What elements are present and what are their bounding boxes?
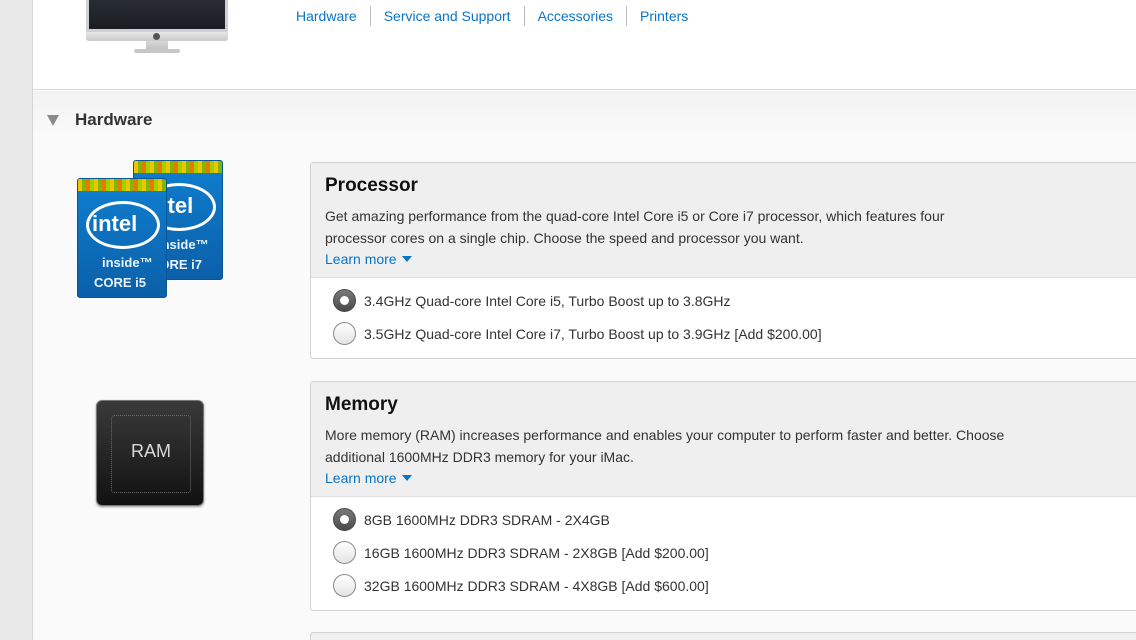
hardware-section-title: Hardware	[75, 110, 153, 129]
option-label: 8GB 1600MHz DDR3 SDRAM - 2X4GB	[364, 511, 610, 528]
memory-option[interactable]: 32GB 1600MHz DDR3 SDRAM - 4X8GB [Add $60…	[333, 569, 1136, 602]
intel-core-badge-image: intel inside™ CORE i7 intel inside™ CORE…	[77, 160, 225, 302]
apple-logo-icon	[153, 33, 160, 40]
memory-title: Memory	[325, 394, 398, 415]
memory-options: 8GB 1600MHz DDR3 SDRAM - 2X4GB 16GB 1600…	[311, 497, 1136, 610]
memory-option[interactable]: 8GB 1600MHz DDR3 SDRAM - 2X4GB	[333, 503, 1136, 536]
radio-unselected-icon[interactable]	[333, 322, 356, 345]
radio-unselected-icon[interactable]	[333, 574, 356, 597]
memory-panel: Memory More memory (RAM) increases perfo…	[310, 381, 1136, 611]
radio-unselected-icon[interactable]	[333, 541, 356, 564]
config-page: Hardware Service and Support Accessories…	[33, 0, 1136, 640]
caret-down-icon	[401, 256, 412, 262]
option-label: 32GB 1600MHz DDR3 SDRAM - 4X8GB [Add $60…	[364, 577, 709, 594]
intel-core-i5-badge: intel inside™ CORE i5	[77, 178, 167, 298]
nav-hardware[interactable]: Hardware	[295, 6, 370, 26]
caret-down-icon	[401, 475, 412, 481]
processor-learn-more-link[interactable]: Learn more	[325, 251, 412, 267]
memory-option[interactable]: 16GB 1600MHz DDR3 SDRAM - 2X8GB [Add $20…	[333, 536, 1136, 569]
nav-service-and-support[interactable]: Service and Support	[369, 6, 524, 26]
processor-panel: Processor Get amazing performance from t…	[310, 162, 1136, 359]
ram-chip-image: RAM	[96, 400, 204, 506]
memory-learn-more-link[interactable]: Learn more	[325, 470, 412, 486]
memory-description: More memory (RAM) increases performance …	[325, 427, 1005, 465]
radio-selected-icon[interactable]	[333, 508, 356, 531]
option-label: 3.5GHz Quad-core Intel Core i7, Turbo Bo…	[364, 325, 822, 342]
product-header: Hardware Service and Support Accessories…	[33, 0, 1136, 90]
nav-printers[interactable]: Printers	[626, 6, 701, 26]
hardware-section-toggle[interactable]: Hardware	[47, 110, 152, 130]
processor-options: 3.4GHz Quad-core Intel Core i5, Turbo Bo…	[311, 278, 1136, 358]
next-panel-edge	[310, 632, 1136, 640]
radio-selected-icon[interactable]	[333, 289, 356, 312]
left-rail	[0, 0, 33, 640]
ram-chip-label: RAM	[131, 441, 171, 461]
processor-option[interactable]: 3.4GHz Quad-core Intel Core i5, Turbo Bo…	[333, 284, 1136, 317]
disclosure-triangle-icon	[47, 114, 59, 126]
imac-product-image	[86, 0, 228, 58]
option-label: 3.4GHz Quad-core Intel Core i5, Turbo Bo…	[364, 292, 731, 309]
processor-panel-header: Processor Get amazing performance from t…	[311, 163, 1136, 278]
processor-title: Processor	[325, 175, 418, 196]
section-nav: Hardware Service and Support Accessories…	[295, 6, 701, 26]
processor-description: Get amazing performance from the quad-co…	[325, 208, 945, 246]
memory-panel-header: Memory More memory (RAM) increases perfo…	[311, 382, 1136, 497]
processor-option[interactable]: 3.5GHz Quad-core Intel Core i7, Turbo Bo…	[333, 317, 1136, 350]
option-label: 16GB 1600MHz DDR3 SDRAM - 2X8GB [Add $20…	[364, 544, 709, 561]
nav-accessories[interactable]: Accessories	[523, 6, 626, 26]
